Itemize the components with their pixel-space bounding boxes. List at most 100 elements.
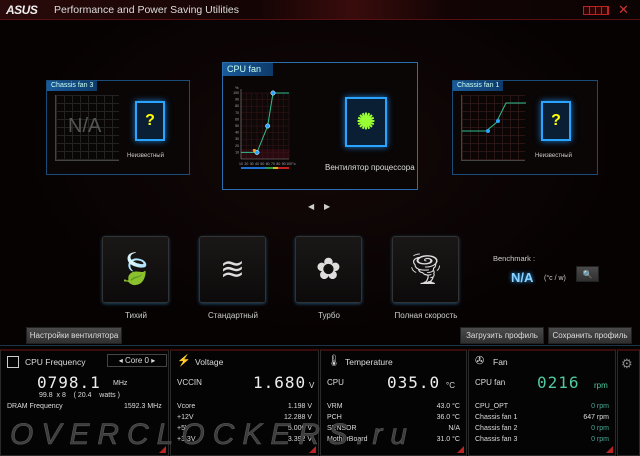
close-button[interactable]: ✕ <box>618 2 629 18</box>
settings-panel: ⚙ <box>617 349 640 456</box>
reading-value: 1.198 V <box>287 403 312 410</box>
unknown-case-icon: ? <box>135 101 165 141</box>
reading-value: 0 rpm <box>591 403 609 410</box>
panel-title: CPU Frequency <box>25 357 86 367</box>
mode-full-speed-label: Полная скорость <box>394 311 458 320</box>
fan-curve-point[interactable] <box>265 123 271 129</box>
lightning-icon: ⚡ <box>177 355 191 367</box>
reading-value: 0 rpm <box>591 425 609 432</box>
y-tick-label: 50 <box>235 124 239 128</box>
panel-title: Temperature <box>345 357 393 367</box>
reading-value: 12.288 V <box>283 414 312 421</box>
reading-label: Chassis fan 2 <box>475 425 518 432</box>
fan-name: Неизвестный <box>535 153 572 159</box>
magnifier-icon: 🔍 <box>582 270 593 279</box>
fan-curve-chart[interactable]: 10 20 30 40 50 60 70 80 90 1001020304050607080901… <box>223 77 323 177</box>
fan-icon: ✇ <box>475 355 485 367</box>
reading-label: Vcore <box>177 403 196 410</box>
core-selector[interactable]: ◂ Core 0 ▸ <box>107 354 167 367</box>
benchmark-unit: (°c / w) <box>544 275 566 282</box>
reading-value: 31.0 °C <box>436 436 460 443</box>
fan-curve-point[interactable] <box>270 90 276 96</box>
card-tab: Chassis fan 3 <box>47 81 98 91</box>
fan-card-chassis-1[interactable]: Chassis fan 1 ? Неизвестный <box>452 80 598 175</box>
mode-switch-icon[interactable] <box>583 6 609 15</box>
card-tab: CPU fan <box>223 63 274 76</box>
reading-value: N/A <box>448 425 460 432</box>
mode-standard-label: Стандартный <box>208 311 258 320</box>
dram-value: 1592.3 MHz <box>124 403 162 410</box>
fan-card-cpu[interactable]: CPU fan 10 20 30 40 50 60 70 80 90 100 10 20 30 40 50 6… <box>222 62 418 190</box>
expand-corner[interactable] <box>606 446 613 453</box>
next-fan-button[interactable]: ▶ <box>324 202 330 211</box>
reading-row: MotherBoard 31.0 °C <box>327 436 460 443</box>
reading-value: 43.0 °C <box>436 403 460 410</box>
y-unit: % <box>235 85 239 90</box>
reading-row: Chassis fan 2 0 rpm <box>475 425 609 432</box>
gear-icon[interactable]: ⚙ <box>621 356 633 372</box>
fan-name: Вентилятор процессора <box>325 163 415 172</box>
reading-row: +12V 12.288 V <box>177 414 312 421</box>
expand-corner[interactable] <box>159 446 166 453</box>
x-tick-label: 30 <box>250 162 254 166</box>
x-unit: °c <box>292 161 296 166</box>
reading-row: +3.3V 3.392 V <box>177 436 312 443</box>
reading-label: Chassis fan 1 <box>475 414 518 421</box>
temperature-zone-bar <box>241 167 265 169</box>
reading-value: 5.000 V <box>287 425 312 432</box>
core-value: Core 0 <box>124 356 149 365</box>
prev-fan-button[interactable]: ◀ <box>308 202 314 211</box>
y-tick-label: 10 <box>235 150 239 154</box>
reading-row: Chassis fan 1 647 rpm <box>475 414 609 421</box>
cpu-fan-label: CPU fan <box>475 378 506 387</box>
benchmark-value: N/A <box>511 270 534 285</box>
expand-corner[interactable] <box>309 446 316 453</box>
temperature-zone-bar <box>278 167 289 169</box>
y-tick-label: 60 <box>235 117 239 121</box>
reading-label: PCH <box>327 414 342 421</box>
reading-value: 0 rpm <box>591 436 609 443</box>
mode-silent-label: Тихий <box>125 311 147 320</box>
panel-title: Voltage <box>195 357 224 367</box>
unit: rpm <box>594 381 608 390</box>
window-title: Performance and Power Saving Utilities <box>54 4 240 16</box>
vccin-label: VCCIN <box>177 378 202 387</box>
cpu-temp-label: CPU <box>327 378 344 387</box>
low-zone <box>241 149 289 159</box>
fan-chart[interactable] <box>461 95 526 161</box>
unit: MHz <box>113 380 128 387</box>
unknown-case-icon: ? <box>541 101 571 141</box>
cpu-multiplier-detail: 99.8 x 8 ( 20.4 watts ) <box>39 392 120 399</box>
x-tick-label: 90 <box>282 162 286 166</box>
reading-label: SENSOR <box>327 425 357 432</box>
reading-value: 3.392 V <box>287 436 312 443</box>
y-tick-label: 40 <box>235 131 239 135</box>
reading-label: +5V <box>177 425 190 432</box>
fan-settings-button[interactable]: Настройки вентилятора <box>26 327 122 344</box>
y-tick-label: 20 <box>235 144 239 148</box>
mode-full-speed-button[interactable]: 🌪 <box>392 236 459 303</box>
cpu-temp-value: 035.0 <box>387 373 441 392</box>
x-tick-label: 10 <box>239 162 243 166</box>
y-tick-label: 100 <box>233 91 239 95</box>
fan-panel: ✇ Fan CPU fan 0216 rpm CPU_OPT 0 rpm Chass… <box>468 349 616 456</box>
mode-turbo-label: Турбо <box>318 311 340 320</box>
reading-value: 36.0 °C <box>436 414 460 421</box>
save-profile-button[interactable]: Сохранить профиль <box>548 327 632 344</box>
expand-corner[interactable] <box>457 446 464 453</box>
load-profile-button[interactable]: Загрузить профиль <box>460 327 544 344</box>
temperature-panel: 🌡 Temperature CPU 035.0 °C VRM 43.0 °C PCH… <box>320 349 467 456</box>
mode-standard-button[interactable]: ≋ <box>199 236 266 303</box>
reading-row: SENSOR N/A <box>327 425 460 432</box>
y-tick-label: 90 <box>235 98 239 102</box>
x-tick-label: 40 <box>255 162 259 166</box>
fan-card-chassis-3[interactable]: Chassis fan 3 N/A ? Неизвестный <box>46 80 190 175</box>
benchmark-button[interactable]: 🔍 <box>576 266 599 282</box>
card-tab: Chassis fan 1 <box>453 81 504 91</box>
mode-turbo-button[interactable]: ✿ <box>295 236 362 303</box>
mode-silent-button[interactable]: 🍃 <box>102 236 169 303</box>
vccin-value: 1.680 <box>253 373 307 392</box>
fan-chart-empty: N/A <box>55 95 119 161</box>
reading-row: Vcore 1.198 V <box>177 403 312 410</box>
reading-label: Chassis fan 3 <box>475 436 518 443</box>
